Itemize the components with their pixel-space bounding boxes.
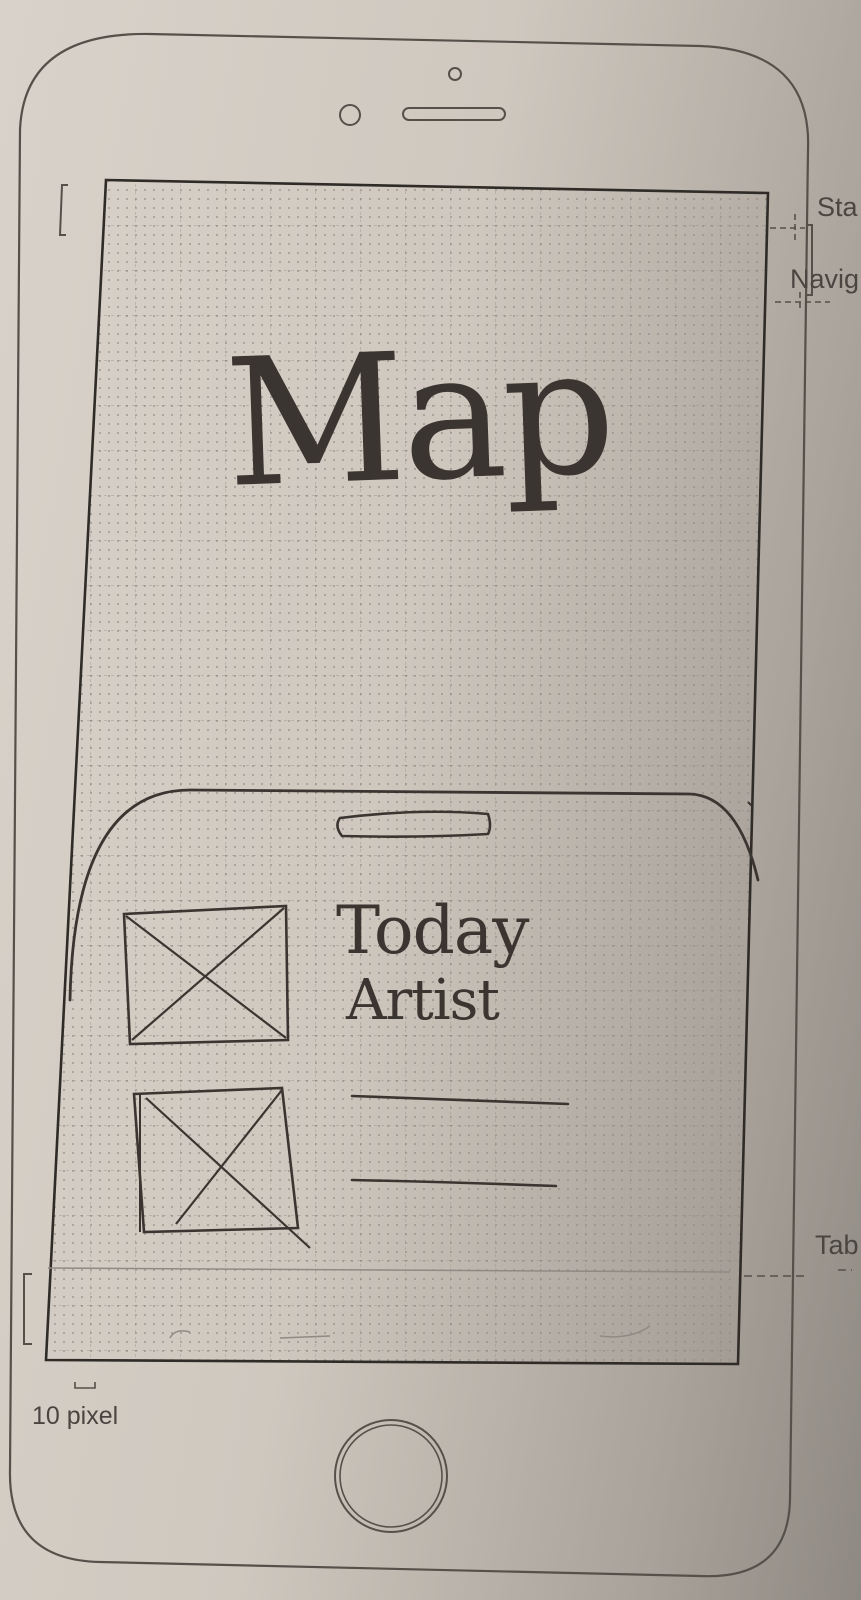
tab-bar-bracket (23, 1273, 32, 1345)
tab-bar-guide (744, 1269, 852, 1277)
navigation-bar-label: Navig (790, 264, 860, 294)
tab-bar-label: Tab (815, 1230, 859, 1260)
sensor-icon (339, 104, 361, 126)
status-bar-guide (770, 214, 805, 242)
map-view-label: Map (222, 308, 615, 527)
list-item-subtitle: Artist (346, 968, 500, 1033)
margin-note-label: 10 pixel (32, 1402, 119, 1430)
margin-indicator (74, 1382, 96, 1389)
list-item-title: Today (336, 892, 530, 969)
navigation-bar-guide (775, 292, 830, 312)
side-button-left (58, 184, 68, 236)
wireframe-sketch (8, 32, 852, 1578)
status-bar-label: Sta (817, 192, 858, 222)
home-button-icon[interactable] (334, 1419, 448, 1533)
speaker-icon (402, 107, 506, 121)
front-camera-icon (448, 67, 462, 81)
